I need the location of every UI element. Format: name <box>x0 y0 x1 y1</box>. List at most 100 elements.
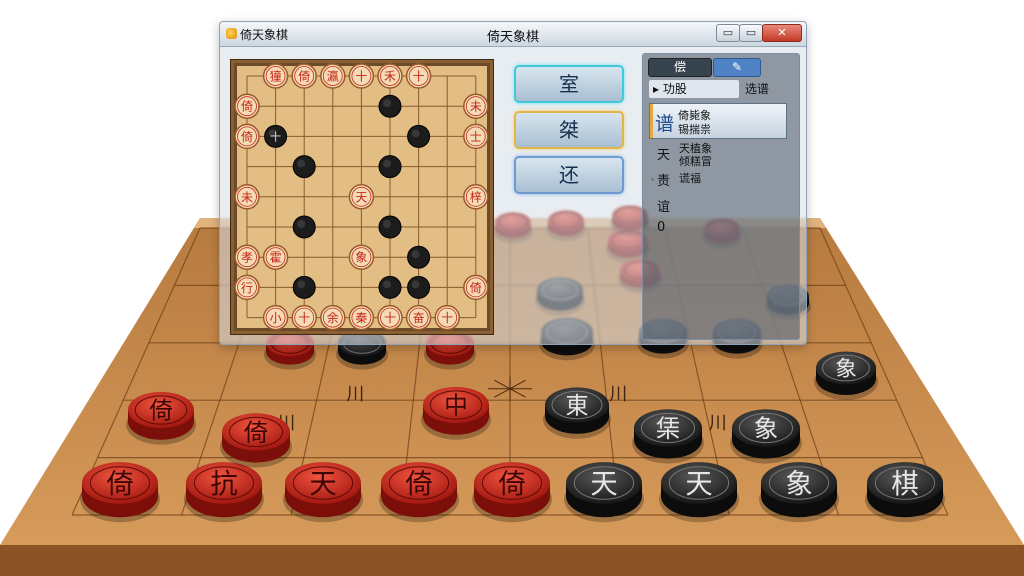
mini-board[interactable]: 獞倚瀛十禾十倚未倚士未天梓孝霍象行倚小十余秦十奋十十 <box>230 59 494 335</box>
red-piece[interactable]: 倚 <box>472 462 552 523</box>
mini-piece-black[interactable] <box>378 275 402 299</box>
action-button-3[interactable]: 还 <box>514 156 624 194</box>
panel-row-3-char[interactable]: 责 <box>657 170 670 189</box>
mini-piece-black[interactable] <box>292 155 316 179</box>
black-piece[interactable]: 栠 <box>632 409 704 464</box>
panel-tab-edit[interactable]: ✎ <box>713 58 761 77</box>
panel-row-4-char[interactable]: 谊 <box>657 196 670 215</box>
svg-text:倚: 倚 <box>241 130 253 144</box>
svg-text:棋: 棋 <box>891 469 918 500</box>
mini-piece-red[interactable]: 象 <box>348 244 375 270</box>
mini-piece-red[interactable]: 倚 <box>234 123 260 150</box>
red-piece[interactable]: 倚 <box>80 462 160 523</box>
panel-row-2-char[interactable]: 天 <box>657 144 670 163</box>
red-piece[interactable]: 倚 <box>379 462 459 523</box>
black-piece[interactable]: 天 <box>564 462 644 523</box>
red-piece[interactable]: 倚 <box>126 391 196 445</box>
action-button-2[interactable]: 桀 <box>514 111 624 149</box>
black-piece[interactable]: 棋 <box>865 462 945 523</box>
panel-subtab-right[interactable]: 选谱 <box>745 80 769 98</box>
mini-piece-black[interactable]: 十 <box>264 124 288 148</box>
mini-piece-red[interactable]: 士 <box>463 123 489 150</box>
black-piece[interactable]: 象 <box>759 462 839 523</box>
mini-piece-red[interactable]: 倚 <box>291 63 317 89</box>
mini-piece-red[interactable]: 未 <box>234 184 260 210</box>
panel-tab-1[interactable]: 偿 <box>648 58 712 77</box>
mini-piece-black[interactable] <box>378 215 402 239</box>
mini-piece-black[interactable] <box>292 215 316 239</box>
mini-piece-red[interactable]: 十 <box>377 304 403 331</box>
svg-text:倚: 倚 <box>405 469 432 500</box>
panel-row-selected[interactable]: 谱 倚毙象 锡揣祟 <box>649 103 787 139</box>
mini-piece-red[interactable]: 余 <box>320 304 346 331</box>
mini-piece-red[interactable]: 霍 <box>262 244 289 270</box>
black-piece[interactable]: 東 <box>543 387 611 439</box>
board-mark-text: 川 <box>609 384 627 405</box>
game-window: 倚天象棋 倚天象棋 ▭ ▭ ✕ 獞倚瀛十禾十倚未倚士未天梓孝霍象行倚小十余秦十奋… <box>219 21 807 345</box>
svg-text:天: 天 <box>355 190 367 204</box>
mini-piece-black[interactable] <box>292 275 316 299</box>
selection-accent <box>650 104 653 138</box>
red-piece[interactable]: 中 <box>421 386 491 440</box>
board-mark-text: 川 <box>709 413 727 434</box>
panel-subtab-left[interactable]: ▸ 功股 <box>649 80 739 98</box>
svg-text:栠: 栠 <box>656 414 680 443</box>
svg-text:余: 余 <box>327 310 339 325</box>
mini-piece-red[interactable]: 秦 <box>348 304 375 331</box>
board-mark-text: 川 <box>346 384 364 405</box>
svg-text:天: 天 <box>590 469 617 500</box>
svg-text:抗: 抗 <box>210 469 237 500</box>
row-line-2: 锡揣祟 <box>678 123 711 136</box>
black-piece[interactable]: 象 <box>814 351 878 401</box>
black-piece[interactable]: 天 <box>659 462 739 523</box>
mini-piece-red[interactable]: 未 <box>463 93 489 119</box>
action-button-1[interactable]: 室 <box>514 65 624 103</box>
svg-text:十: 十 <box>441 311 453 325</box>
svg-text:倚: 倚 <box>244 418 268 447</box>
mini-piece-black[interactable] <box>378 94 402 118</box>
svg-text:倚: 倚 <box>149 397 173 425</box>
title-bar[interactable]: 倚天象棋 倚天象棋 ▭ ▭ ✕ <box>220 22 806 47</box>
mini-piece-red[interactable]: 十 <box>291 304 317 331</box>
svg-text:瀛: 瀛 <box>327 69 339 84</box>
mini-piece-red[interactable]: 獞 <box>262 63 289 89</box>
svg-text:象: 象 <box>785 469 812 500</box>
mini-piece-black[interactable] <box>407 124 431 148</box>
red-piece[interactable]: 抗 <box>184 462 264 523</box>
mini-piece-red[interactable]: 天 <box>348 184 375 210</box>
mini-piece-black[interactable] <box>378 155 402 179</box>
svg-text:士: 士 <box>470 130 482 144</box>
minimize-button[interactable]: ▭ <box>716 24 740 42</box>
mini-piece-black[interactable] <box>407 275 431 299</box>
svg-text:小: 小 <box>270 311 282 325</box>
red-piece[interactable]: 天 <box>283 462 363 523</box>
mini-piece-black[interactable] <box>407 245 431 269</box>
mini-piece-red[interactable]: 倚 <box>234 93 260 119</box>
mini-piece-red[interactable]: 孝 <box>234 244 260 270</box>
panel-row-3-line-1[interactable]: 谎福 <box>679 170 701 186</box>
mini-piece-red[interactable]: 十 <box>348 63 375 89</box>
mini-piece-red[interactable]: 小 <box>262 304 289 331</box>
svg-text:十: 十 <box>384 311 396 325</box>
panel-row-5-char[interactable]: 0 <box>657 220 665 235</box>
svg-text:行: 行 <box>241 281 253 295</box>
black-piece[interactable]: 象 <box>730 409 802 464</box>
red-piece[interactable]: 倚 <box>220 413 292 468</box>
svg-text:奋: 奋 <box>413 311 425 325</box>
mini-piece-red[interactable]: 十 <box>405 63 432 89</box>
mini-piece-red[interactable]: 梓 <box>463 184 489 210</box>
svg-text:天: 天 <box>685 469 712 500</box>
svg-text:倚: 倚 <box>498 469 525 500</box>
svg-text:未: 未 <box>470 100 482 114</box>
close-button[interactable]: ✕ <box>762 24 802 42</box>
mini-piece-red[interactable]: 倚 <box>463 274 489 301</box>
svg-text:十: 十 <box>355 70 367 84</box>
mini-piece-red[interactable]: 禾 <box>377 63 403 89</box>
panel-row-2-line-2[interactable]: 倾糕冒 <box>679 153 712 169</box>
mini-piece-red[interactable]: 奋 <box>405 304 432 331</box>
svg-text:十: 十 <box>298 311 310 325</box>
mini-piece-red[interactable]: 行 <box>234 274 260 301</box>
mini-piece-red[interactable]: 十 <box>434 304 460 331</box>
maximize-button[interactable]: ▭ <box>739 24 763 42</box>
mini-piece-red[interactable]: 瀛 <box>320 63 346 89</box>
